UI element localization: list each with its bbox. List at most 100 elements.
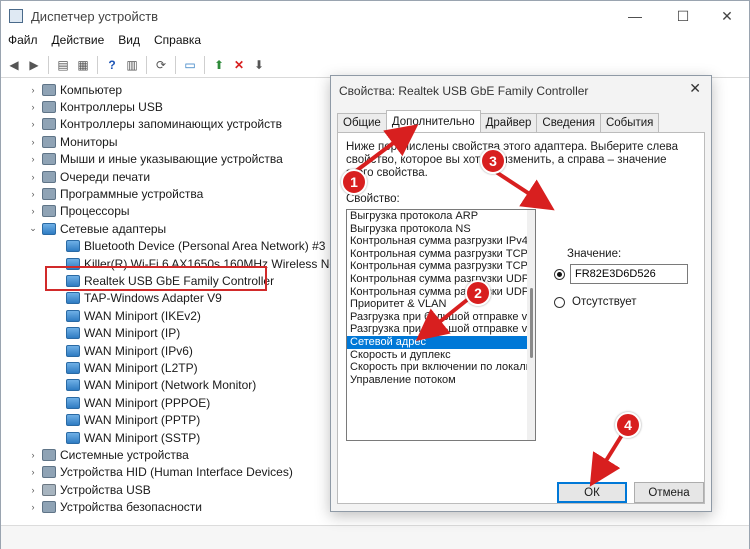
update-icon[interactable]: ▦ bbox=[74, 56, 92, 74]
window-title: Диспетчер устройств bbox=[31, 9, 159, 24]
property-item[interactable]: Разгрузка при большой отправке v2 bbox=[347, 323, 535, 336]
tab-events[interactable]: События bbox=[599, 113, 660, 132]
storage-icon bbox=[42, 118, 56, 131]
menu-view[interactable]: Вид bbox=[111, 31, 147, 51]
network-adapter-item[interactable]: WAN Miniport (IP) bbox=[51, 325, 180, 342]
menu-help[interactable]: Справка bbox=[147, 31, 208, 51]
tree-item-label: WAN Miniport (SSTP) bbox=[84, 430, 201, 445]
collapsed-chevron-icon[interactable]: › bbox=[27, 502, 39, 512]
property-item[interactable]: Контрольная сумма разгрузки IPv4 bbox=[347, 235, 535, 248]
tree-category[interactable]: › Устройства HID (Human Interface Devices… bbox=[27, 464, 293, 481]
tree-category[interactable]: › Мыши и иные указывающие устройства bbox=[27, 151, 283, 168]
property-item[interactable]: Выгрузка протокола NS bbox=[347, 223, 535, 236]
value-radio[interactable] bbox=[554, 269, 565, 280]
property-item[interactable]: Управление потоком bbox=[347, 374, 535, 387]
collapsed-chevron-icon[interactable]: › bbox=[27, 85, 39, 95]
network-adapter-item[interactable]: Bluetooth Device (Personal Area Network)… bbox=[51, 238, 325, 255]
menu-action[interactable]: Действие bbox=[45, 31, 112, 51]
annotation-badge-1: 1 bbox=[341, 169, 367, 195]
collapsed-chevron-icon[interactable]: › bbox=[27, 467, 39, 477]
tree-item-label: WAN Miniport (IPv6) bbox=[84, 343, 193, 358]
properties-icon[interactable]: ▤ bbox=[54, 56, 72, 74]
collapsed-chevron-icon[interactable]: › bbox=[27, 137, 39, 147]
tree-category[interactable]: › Контроллеры USB bbox=[27, 98, 163, 115]
list-scrollbar[interactable] bbox=[527, 210, 535, 440]
tree-item-label: Устройства HID (Human Interface Devices) bbox=[60, 465, 293, 480]
computer-icon bbox=[42, 83, 56, 96]
collapsed-chevron-icon[interactable]: › bbox=[27, 189, 39, 199]
annotation-badge-3: 3 bbox=[480, 148, 506, 174]
ok-button[interactable]: ОК bbox=[557, 482, 627, 503]
network-adapter-item[interactable]: WAN Miniport (PPPOE) bbox=[51, 394, 210, 411]
tree-item-label: WAN Miniport (IKEv2) bbox=[84, 308, 201, 323]
maximize-button[interactable]: ☐ bbox=[661, 5, 705, 27]
enable-icon[interactable]: ⬆ bbox=[210, 56, 228, 74]
expanded-chevron-icon[interactable]: ⌄ bbox=[27, 223, 39, 234]
collapsed-chevron-icon[interactable]: › bbox=[27, 119, 39, 129]
close-button[interactable]: ✕ bbox=[705, 5, 749, 27]
monitor-icon[interactable]: ▭ bbox=[181, 56, 199, 74]
collapsed-chevron-icon[interactable]: › bbox=[27, 102, 39, 112]
forward-icon[interactable]: ▶ bbox=[25, 56, 43, 74]
tree-category-network[interactable]: ⌄ Сетевые адаптеры bbox=[27, 220, 166, 237]
collapsed-chevron-icon[interactable]: › bbox=[27, 172, 39, 182]
scan-icon[interactable]: ⟳ bbox=[152, 56, 170, 74]
network-adapter-icon bbox=[66, 344, 80, 357]
network-adapter-item[interactable]: WAN Miniport (IKEv2) bbox=[51, 307, 201, 324]
network-adapter-item[interactable]: WAN Miniport (Network Monitor) bbox=[51, 377, 256, 394]
network-adapter-icon bbox=[66, 431, 80, 444]
property-item[interactable]: Выгрузка протокола ARP bbox=[347, 210, 535, 223]
minimize-button[interactable]: — bbox=[613, 5, 657, 27]
tree-category[interactable]: › Системные устройства bbox=[27, 446, 189, 463]
tree-category[interactable]: › Устройства безопасности bbox=[27, 499, 202, 516]
device-tree: › Компьютер › Контроллеры USB › Контроллеры з… bbox=[1, 79, 355, 519]
network-adapter-item[interactable]: WAN Miniport (L2TP) bbox=[51, 359, 198, 376]
tab-driver[interactable]: Драйвер bbox=[479, 113, 538, 132]
value-input[interactable] bbox=[570, 264, 688, 284]
tree-item-label: Системные устройства bbox=[60, 447, 189, 462]
view-icon[interactable]: ▥ bbox=[123, 56, 141, 74]
network-adapter-item[interactable]: TAP-Windows Adapter V9 bbox=[51, 290, 222, 307]
absent-label: Отсутствует bbox=[572, 296, 637, 308]
property-item[interactable]: Скорость при включении по локальн bbox=[347, 361, 535, 374]
collapsed-chevron-icon[interactable]: › bbox=[27, 154, 39, 164]
network-adapter-item[interactable]: WAN Miniport (IPv6) bbox=[51, 342, 193, 359]
tree-category[interactable]: › Устройства USB bbox=[27, 481, 151, 498]
tree-category[interactable]: › Мониторы bbox=[27, 133, 118, 150]
help-icon[interactable]: ? bbox=[103, 56, 121, 74]
property-item[interactable]: Приоритет & VLAN bbox=[347, 298, 535, 311]
tree-category[interactable]: › Контроллеры запоминающих устройств bbox=[27, 116, 282, 133]
collapsed-chevron-icon[interactable]: › bbox=[27, 206, 39, 216]
property-list[interactable]: Выгрузка протокола ARP Выгрузка протокола… bbox=[346, 209, 536, 441]
back-icon[interactable]: ◀ bbox=[5, 56, 23, 74]
property-item-selected[interactable]: Сетевой адрес bbox=[347, 335, 535, 349]
property-item[interactable]: Разгрузка при большой отправке v2 bbox=[347, 311, 535, 324]
dialog-close-button[interactable]: ✕ bbox=[689, 80, 701, 97]
menu-file[interactable]: Файл bbox=[1, 31, 45, 51]
tab-advanced[interactable]: Дополнительно bbox=[385, 110, 481, 132]
list-scroll-thumb[interactable] bbox=[530, 288, 533, 358]
tab-details[interactable]: Сведения bbox=[536, 113, 601, 132]
absent-radio[interactable] bbox=[554, 297, 565, 308]
network-adapter-item[interactable]: WAN Miniport (PPTP) bbox=[51, 412, 200, 429]
disable-icon[interactable]: ⬇ bbox=[250, 56, 268, 74]
property-item[interactable]: Контрольная сумма разгрузки TCP bbox=[347, 248, 535, 261]
property-item[interactable]: Контрольная сумма разгрузки UDP bbox=[347, 273, 535, 286]
collapsed-chevron-icon[interactable]: › bbox=[27, 485, 39, 495]
tab-general[interactable]: Общие bbox=[337, 113, 387, 132]
property-item[interactable]: Контрольная сумма разгрузки TCP bbox=[347, 260, 535, 273]
tree-category[interactable]: › Программные устройства bbox=[27, 185, 204, 202]
tree-category[interactable]: › Процессоры bbox=[27, 203, 130, 220]
tree-category[interactable]: › Компьютер bbox=[27, 81, 123, 98]
property-item[interactable]: Контрольная сумма разгрузки UDP bbox=[347, 286, 535, 299]
tree-item-label: WAN Miniport (PPTP) bbox=[84, 413, 201, 428]
uninstall-icon[interactable]: ✕ bbox=[230, 56, 248, 74]
tree-item-label: Сетевые адаптеры bbox=[60, 221, 167, 236]
collapsed-chevron-icon[interactable]: › bbox=[27, 450, 39, 460]
cancel-button[interactable]: Отмена bbox=[634, 482, 704, 503]
tree-category[interactable]: › Очереди печати bbox=[27, 168, 151, 185]
network-adapter-item[interactable]: WAN Miniport (SSTP) bbox=[51, 429, 200, 446]
tree-item-label: Устройства USB bbox=[60, 482, 151, 497]
horizontal-scrollbar[interactable] bbox=[1, 525, 749, 549]
property-item[interactable]: Скорость и дуплекс bbox=[347, 349, 535, 362]
